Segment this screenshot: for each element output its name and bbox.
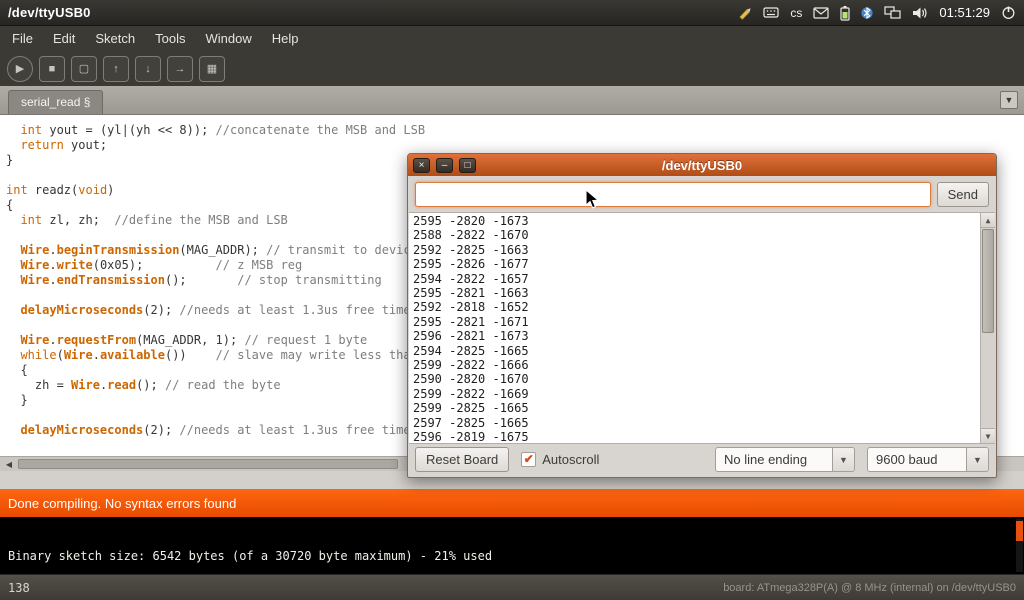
- serial-line: 2595 -2821 -1663: [413, 286, 975, 300]
- serial-controls-bar: Reset Board ✔ Autoscroll No line ending …: [408, 442, 996, 477]
- serial-output-area: 2595 -2820 -16732588 -2822 -16702592 -28…: [409, 212, 995, 444]
- serial-monitor-icon: ▦: [207, 62, 217, 75]
- menu-sketch[interactable]: Sketch: [85, 27, 145, 50]
- upload-icon: →: [175, 63, 186, 75]
- chevron-down-icon[interactable]: ▼: [832, 448, 854, 471]
- tab-serial-read[interactable]: serial_read §: [8, 90, 103, 114]
- new-sketch-button[interactable]: ▢: [71, 56, 97, 82]
- serial-send-input[interactable]: [415, 182, 931, 207]
- new-file-icon: ▢: [79, 62, 89, 75]
- tab-menu-button[interactable]: ▼: [1000, 91, 1018, 109]
- close-icon: ×: [419, 160, 425, 171]
- dialog-title: /dev/ttyUSB0: [408, 158, 996, 173]
- stop-icon: ■: [49, 63, 56, 75]
- scrollbar-thumb[interactable]: [982, 229, 994, 333]
- minimize-icon: –: [442, 160, 448, 171]
- save-sketch-button[interactable]: ↓: [135, 56, 161, 82]
- chevron-down-icon[interactable]: ▼: [966, 448, 988, 471]
- line-ending-value: No line ending: [716, 452, 832, 467]
- scroll-up-icon[interactable]: ▲: [981, 213, 995, 228]
- serial-line: 2599 -2822 -1666: [413, 358, 975, 372]
- autoscroll-checkbox[interactable]: ✔: [521, 452, 536, 467]
- play-icon: ▶: [16, 62, 24, 75]
- menu-tools[interactable]: Tools: [145, 27, 195, 50]
- panel-window-title: /dev/ttyUSB0: [8, 5, 91, 20]
- session-menu-icon[interactable]: [1001, 5, 1016, 20]
- menubar: FileEditSketchToolsWindowHelp: [0, 26, 1024, 51]
- console-scrollbar[interactable]: [1016, 519, 1023, 572]
- network-icon[interactable]: [884, 6, 901, 20]
- code-line: int yout = (yl|(yh << 8)); //concatenate…: [6, 123, 1024, 138]
- upload-button[interactable]: →: [167, 56, 193, 82]
- maximize-button[interactable]: □: [459, 158, 476, 173]
- footer-bar: 138 board: ATmega328P(A) @ 8 MHz (intern…: [0, 574, 1024, 600]
- toolbar: ▶ ■ ▢ ↑ ↓ → ▦: [0, 51, 1024, 86]
- menu-file[interactable]: File: [2, 27, 43, 50]
- tab-bar: serial_read § ▼: [0, 86, 1024, 115]
- menu-help[interactable]: Help: [262, 27, 309, 50]
- serial-line: 2592 -2818 -1652: [413, 300, 975, 314]
- serial-line: 2594 -2825 -1665: [413, 344, 975, 358]
- stop-button[interactable]: ■: [39, 56, 65, 82]
- top-panel: /dev/ttyUSB0 cs 01:51:: [0, 0, 1024, 26]
- open-icon: ↑: [113, 63, 119, 75]
- menu-edit[interactable]: Edit: [43, 27, 85, 50]
- scrollbar-thumb[interactable]: [18, 459, 398, 469]
- line-number-indicator: 138: [8, 581, 30, 595]
- console-text: Binary sketch size: 6542 bytes (of a 307…: [8, 549, 492, 563]
- volume-icon[interactable]: [912, 6, 928, 20]
- scrollbar-thumb[interactable]: [1016, 521, 1023, 541]
- dialog-titlebar[interactable]: × – □ /dev/ttyUSB0: [408, 154, 996, 176]
- serial-line: 2588 -2822 -1670: [413, 228, 975, 242]
- mail-icon[interactable]: [813, 7, 829, 19]
- battery-icon[interactable]: [840, 5, 850, 21]
- console-output: Binary sketch size: 6542 bytes (of a 307…: [0, 517, 1024, 574]
- serial-line: 2597 -2825 -1665: [413, 416, 975, 430]
- send-button[interactable]: Send: [937, 182, 989, 207]
- line-ending-select[interactable]: No line ending ▼: [715, 447, 855, 472]
- save-icon: ↓: [145, 63, 151, 75]
- serial-scrollbar[interactable]: ▲ ▼: [980, 213, 995, 443]
- menu-window[interactable]: Window: [195, 27, 261, 50]
- serial-output: 2595 -2820 -16732588 -2822 -16702592 -28…: [413, 214, 975, 444]
- bluetooth-icon[interactable]: [861, 5, 873, 21]
- verify-button[interactable]: ▶: [7, 56, 33, 82]
- baud-rate-value: 9600 baud: [868, 452, 966, 467]
- baud-rate-select[interactable]: 9600 baud ▼: [867, 447, 989, 472]
- send-row: Send: [408, 176, 996, 212]
- serial-line: 2590 -2820 -1670: [413, 372, 975, 386]
- scroll-left-icon[interactable]: ◀: [2, 457, 16, 471]
- close-button[interactable]: ×: [413, 158, 430, 173]
- scroll-down-icon[interactable]: ▼: [981, 428, 995, 443]
- serial-line: 2599 -2822 -1669: [413, 387, 975, 401]
- serial-line: 2594 -2822 -1657: [413, 272, 975, 286]
- maximize-icon: □: [464, 160, 470, 171]
- serial-line: 2595 -2820 -1673: [413, 214, 975, 228]
- desktop: /dev/ttyUSB0 cs 01:51:: [0, 0, 1024, 600]
- serial-line: 2592 -2825 -1663: [413, 243, 975, 257]
- status-bar: Done compiling. No syntax errors found: [0, 489, 1024, 517]
- board-info: board: ATmega328P(A) @ 8 MHz (internal) …: [723, 582, 1016, 594]
- code-line: return yout;: [6, 138, 1024, 153]
- reset-board-button[interactable]: Reset Board: [415, 447, 509, 472]
- system-tray: cs 01:51:29: [737, 5, 1016, 21]
- autoscroll-control[interactable]: ✔ Autoscroll: [521, 452, 599, 467]
- note-icon[interactable]: [737, 5, 752, 20]
- serial-line: 2595 -2826 -1677: [413, 257, 975, 271]
- clock[interactable]: 01:51:29: [939, 5, 990, 20]
- serial-line: 2596 -2821 -1673: [413, 329, 975, 343]
- keyboard-icon[interactable]: [763, 6, 779, 19]
- minimize-button[interactable]: –: [436, 158, 453, 173]
- keyboard-layout-indicator[interactable]: cs: [790, 6, 802, 20]
- serial-monitor-window: × – □ /dev/ttyUSB0 Send 2595 -2820 -1673…: [407, 153, 997, 478]
- open-sketch-button[interactable]: ↑: [103, 56, 129, 82]
- serial-monitor-button[interactable]: ▦: [199, 56, 225, 82]
- serial-line: 2599 -2825 -1665: [413, 401, 975, 415]
- serial-line: 2595 -2821 -1671: [413, 315, 975, 329]
- autoscroll-label: Autoscroll: [542, 452, 599, 467]
- status-message: Done compiling. No syntax errors found: [8, 496, 236, 511]
